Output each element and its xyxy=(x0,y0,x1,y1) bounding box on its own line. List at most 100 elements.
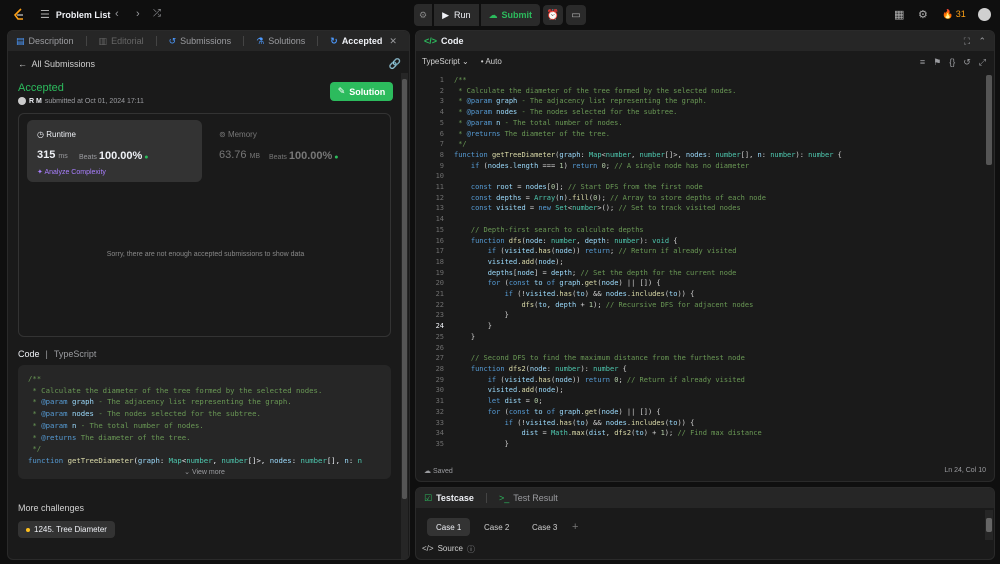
history-icon: ↺ xyxy=(168,35,177,46)
code-tab[interactable]: </> Code xyxy=(424,36,464,46)
collapse-icon[interactable]: ⌃ xyxy=(978,36,986,47)
add-case-icon[interactable]: + xyxy=(572,521,578,533)
close-tab-icon[interactable]: ✕ xyxy=(389,36,397,47)
user-avatar[interactable] xyxy=(978,8,991,21)
prev-problem-icon[interactable]: ‹ xyxy=(115,8,119,20)
challenge-chip[interactable]: 1245. Tree Diameter xyxy=(18,521,115,538)
tab-divider xyxy=(155,36,157,46)
layout-grid-icon[interactable]: ▦ xyxy=(894,8,904,21)
runtime-beats-label: Beats xyxy=(79,154,97,161)
tab-accepted-label: Accepted xyxy=(341,36,383,46)
left-tabs: ▤ Description ▥ Editorial ↺ Submissions ⚗ So… xyxy=(8,31,409,51)
tab-accepted[interactable]: ↻ Accepted ✕ xyxy=(330,36,397,47)
reset-icon[interactable]: ↺ xyxy=(963,57,971,68)
line-number: 23 xyxy=(435,311,444,320)
notes-button[interactable]: ▭ xyxy=(566,5,586,25)
left-scrollbar[interactable] xyxy=(401,73,408,559)
all-submissions-link[interactable]: ← All Submissions xyxy=(18,59,95,69)
user-mini-avatar[interactable] xyxy=(18,97,26,105)
no-data-message: Sorry, there are not enough accepted sub… xyxy=(106,251,305,258)
auto-label: Auto xyxy=(485,57,502,66)
case-3-tab[interactable]: Case 3 xyxy=(523,518,566,536)
tab-submissions-label: Submissions xyxy=(180,36,232,46)
braces-icon[interactable]: {} xyxy=(949,57,955,68)
leetcode-logo-icon[interactable] xyxy=(12,8,26,22)
line-number: 24 xyxy=(435,322,444,331)
line-number: 5 xyxy=(439,118,444,127)
case-2-tab[interactable]: Case 2 xyxy=(475,518,518,536)
line-number: 15 xyxy=(435,225,444,234)
memory-card[interactable]: ⊚ Memory 63.76 MB Beats 100.00% ● xyxy=(219,120,379,182)
analyze-label: Analyze Complexity xyxy=(44,169,106,176)
next-problem-icon[interactable]: › xyxy=(136,8,140,20)
settings-gear-icon[interactable]: ⚙ xyxy=(918,8,928,21)
language-select[interactable]: TypeScript ⌄ xyxy=(422,57,469,66)
auto-mode[interactable]: • Auto xyxy=(481,57,502,66)
editor-toolbar: TypeScript ⌄ • Auto xyxy=(422,57,502,66)
shuffle-icon[interactable]: ⤮ xyxy=(153,8,161,19)
runtime-card[interactable]: ◷ Runtime 315 ms Beats 100.00% ● ✦ Analy… xyxy=(27,120,202,182)
scroll-thumb[interactable] xyxy=(402,79,407,499)
code-content[interactable]: /** * Calculate the diameter of the tree… xyxy=(454,75,842,450)
line-number: 14 xyxy=(435,215,444,224)
view-more-button[interactable]: ⌄ View more xyxy=(18,467,391,479)
editor-scrollbar[interactable] xyxy=(985,73,993,458)
source-link[interactable]: </> Source ⓘ xyxy=(422,544,475,555)
testcase-label: Testcase xyxy=(436,493,474,503)
tab-divider xyxy=(485,493,487,503)
scroll-thumb[interactable] xyxy=(986,518,992,532)
submit-button[interactable]: ☁ Submit xyxy=(480,4,541,26)
tab-solutions[interactable]: ⚗ Solutions xyxy=(256,36,305,47)
line-number: 32 xyxy=(435,407,444,416)
scroll-thumb[interactable] xyxy=(986,75,992,165)
problem-list-button[interactable]: ☰ Problem List xyxy=(40,8,110,21)
line-number: 30 xyxy=(435,386,444,395)
fullscreen-icon[interactable]: ⤢ xyxy=(979,57,986,68)
debug-button[interactable]: ⚙ xyxy=(414,4,433,26)
memory-chip-icon: ⊚ xyxy=(219,130,226,139)
streak-counter[interactable]: 🔥 31 xyxy=(942,9,966,20)
case-1-tab[interactable]: Case 1 xyxy=(427,518,471,536)
chevron-down-icon: ⌄ xyxy=(462,57,469,66)
solution-button[interactable]: ✎ Solution xyxy=(330,82,393,101)
testcase-tabs: ☑ Testcase >_ Test Result xyxy=(416,488,994,508)
runtime-beats-value: 100.00% xyxy=(98,150,143,162)
tab-editorial[interactable]: ▥ Editorial xyxy=(99,36,144,47)
terminal-icon: >_ xyxy=(498,493,510,503)
code-editor[interactable]: 1 2 3 4 5 6 7 8 9 10 11 12 13 14 15 16 17 18 19 20 21 22 23 24 2… xyxy=(416,73,994,458)
format-icon[interactable]: ≡ xyxy=(920,57,925,68)
tab-description[interactable]: ▤ Description xyxy=(16,36,74,47)
tab-divider xyxy=(243,36,245,46)
code-title: Code xyxy=(441,36,464,46)
run-button[interactable]: ▶ Run xyxy=(434,4,479,26)
language-value: TypeScript xyxy=(422,57,460,66)
line-number: 21 xyxy=(435,290,444,299)
tab-solutions-label: Solutions xyxy=(268,36,306,46)
submission-status: Accepted xyxy=(18,82,64,94)
editor-actions: ≡ ⚑ {} ↺ ⤢ xyxy=(920,57,986,68)
memory-unit: MB xyxy=(249,153,261,160)
line-number: 34 xyxy=(435,429,444,438)
difficulty-dot-icon xyxy=(26,527,30,532)
analyze-complexity-link[interactable]: ✦ Analyze Complexity xyxy=(37,168,106,176)
alarm-button[interactable]: ⏰ xyxy=(543,5,563,25)
testcase-scrollbar[interactable] xyxy=(985,510,993,540)
line-number: 35 xyxy=(435,439,444,448)
bookmark-icon[interactable]: ⚑ xyxy=(933,57,941,68)
streak-count: 31 xyxy=(955,9,966,19)
flask-icon: ⚗ xyxy=(256,35,265,46)
submit-label: Submit xyxy=(501,10,533,20)
username[interactable]: R M xyxy=(29,98,42,105)
cursor-position: Ln 24, Col 10 xyxy=(944,467,986,474)
line-number: 28 xyxy=(435,364,444,373)
line-number: 4 xyxy=(439,108,444,117)
maximize-icon[interactable]: ⛶ xyxy=(964,36,970,47)
line-number: 1 xyxy=(439,76,444,84)
tab-testcase[interactable]: ☑ Testcase xyxy=(424,493,474,504)
share-link-icon[interactable]: 🔗 xyxy=(389,59,401,70)
memory-value: 63.76 xyxy=(219,149,247,161)
view-more-label: View more xyxy=(191,469,225,476)
tab-submissions[interactable]: ↺ Submissions xyxy=(169,36,232,47)
tab-test-result[interactable]: >_ Test Result xyxy=(499,493,558,503)
submitted-at: submitted at Oct 01, 2024 17:11 xyxy=(44,97,144,105)
